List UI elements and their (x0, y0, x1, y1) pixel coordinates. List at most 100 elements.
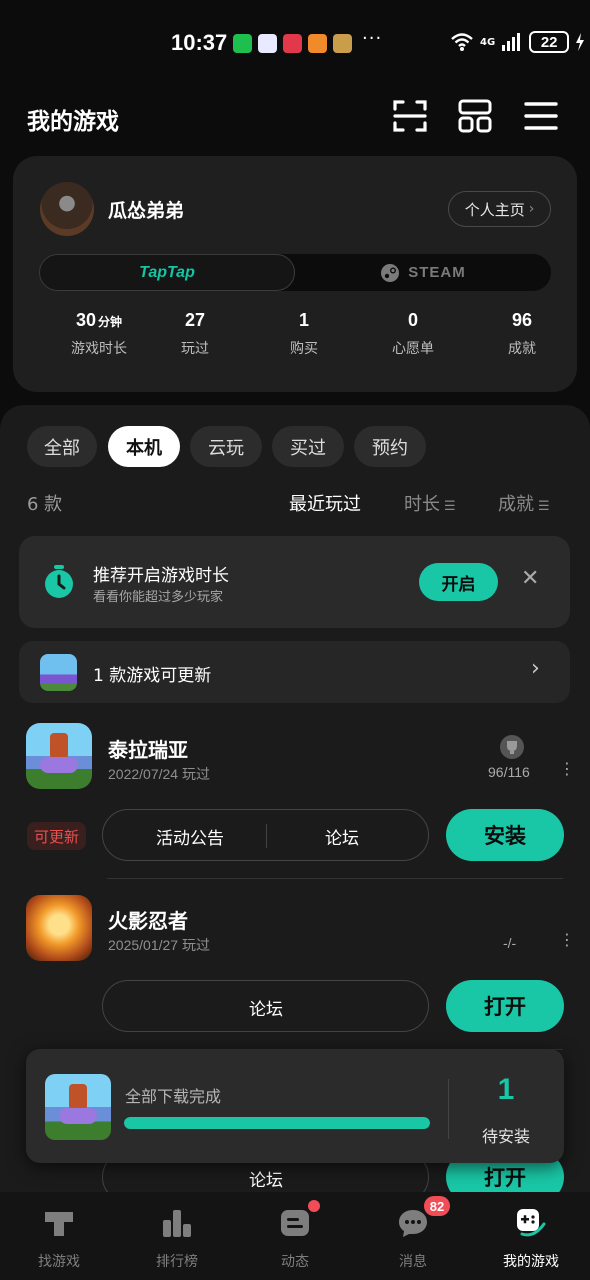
game-app-icon (308, 34, 327, 53)
system-status: 4G 22 (450, 31, 585, 53)
profile-card: 瓜怂弟弟 个人主页 › TapTap STEAM 30 分钟 游戏时长 27 玩过… (13, 156, 577, 392)
nav-my-games[interactable]: 我的游戏 (472, 1192, 590, 1280)
filter-local[interactable]: 本机 (108, 426, 180, 467)
terraria-app-icon (333, 34, 352, 53)
nav-label: 消息 (399, 1254, 427, 1270)
page-title: 我的游戏 (27, 109, 119, 135)
stat-value: 0 (407, 310, 418, 330)
download-progress (124, 1117, 430, 1129)
sort-achievement-label: 成就 (498, 494, 534, 515)
download-complete-toast[interactable]: 全部下载完成 1 待安装 (26, 1049, 564, 1163)
signal-icon (502, 33, 521, 51)
stat-label: 成就 (508, 341, 536, 357)
steam-icon (381, 263, 400, 282)
slime-sprite (59, 1108, 97, 1124)
nav-leaderboard[interactable]: 排行榜 (118, 1192, 236, 1280)
feed-icon (281, 1210, 309, 1236)
platform-tabs: TapTap STEAM (39, 254, 551, 291)
updates-available-text: 1 款游戏可更新 (93, 666, 212, 686)
more-options-icon[interactable]: ⋮ (559, 761, 575, 777)
charging-icon (576, 33, 585, 51)
sort-achievement[interactable]: 成就 ☰ (498, 490, 550, 516)
leaderboard-icon (163, 1210, 191, 1237)
stat-value: 1 (298, 310, 309, 330)
profile-home-label: 个人主页 (464, 200, 525, 219)
filter-bought[interactable]: 买过 (272, 426, 344, 467)
network-type: 4G (480, 36, 496, 48)
battery-indicator: 22 (529, 31, 570, 53)
game-title-naruto[interactable]: 火影忍者 (108, 905, 188, 934)
filter-reserved[interactable]: 预约 (354, 426, 426, 467)
profile-home-button[interactable]: 个人主页 › (448, 191, 551, 227)
stat-label: 游戏时长 (71, 341, 127, 357)
stats-row: 30 分钟 游戏时长 27 玩过 1 购买 0 心愿单 96 成就 (13, 310, 577, 370)
close-icon[interactable]: ✕ (521, 566, 539, 591)
username[interactable]: 瓜怂弟弟 (108, 196, 184, 223)
stat-value: 30 分钟 (75, 310, 123, 330)
scan-icon[interactable] (390, 96, 430, 136)
game-links: 活动公告 论坛 (102, 809, 429, 861)
wifi-icon (451, 33, 473, 51)
unread-badge: 82 (424, 1196, 450, 1216)
recommend-subtitle: 看看你能超过多少玩家 (93, 590, 224, 605)
stat-playtime[interactable]: 30 分钟 游戏时长 (44, 310, 154, 358)
forum-link[interactable]: 论坛 (249, 995, 283, 1020)
stat-value: 96 (511, 310, 533, 330)
pending-install-label: 待安装 (481, 1127, 530, 1146)
updates-available-row[interactable]: 1 款游戏可更新 › (19, 641, 570, 703)
sort-recent[interactable]: 最近玩过 (289, 490, 361, 516)
stat-purchased[interactable]: 1 购买 (249, 310, 359, 358)
stat-played[interactable]: 27 玩过 (140, 310, 250, 358)
character-sprite (50, 733, 68, 759)
naruto-icon[interactable] (26, 895, 92, 961)
nav-label: 动态 (281, 1254, 309, 1270)
filter-all[interactable]: 全部 (27, 426, 97, 467)
pending-install-count: 1 (497, 1073, 515, 1106)
sort-duration-label: 时长 (404, 494, 440, 515)
nav-label: 找游戏 (38, 1254, 80, 1270)
open-button[interactable]: 打开 (446, 980, 564, 1032)
link-divider (266, 824, 267, 848)
achievement-progress: -/- (503, 935, 517, 951)
forum-link[interactable]: 论坛 (325, 824, 359, 849)
stat-achievements[interactable]: 96 成就 (467, 310, 577, 358)
bottom-nav: 找游戏 排行榜 动态 82 消息 我的游戏 (0, 1192, 590, 1280)
sort-order-icon: ☰ (444, 499, 456, 514)
terraria-thumb (40, 654, 77, 691)
stat-wishlist[interactable]: 0 心愿单 (358, 310, 468, 358)
filter-cloud[interactable]: 云玩 (190, 426, 262, 467)
grid-icon[interactable] (455, 96, 495, 136)
status-time: 10:37 (171, 30, 228, 55)
tab-steam[interactable]: STEAM (295, 254, 551, 291)
chevron-right-icon: › (528, 201, 535, 217)
terraria-icon[interactable] (26, 723, 92, 789)
battery-app-icon (233, 34, 252, 53)
stopwatch-icon (45, 565, 73, 598)
sort-duration[interactable]: 时长 ☰ (404, 490, 456, 516)
nav-discover[interactable]: 找游戏 (0, 1192, 118, 1280)
announcement-link[interactable]: 活动公告 (156, 824, 224, 849)
my-games-icon (517, 1209, 546, 1237)
tab-taptap[interactable]: TapTap (39, 254, 295, 291)
achievement-progress: 96/116 (488, 764, 530, 780)
stat-label: 购买 (290, 341, 318, 357)
enable-playtime-button[interactable]: 开启 (419, 563, 498, 601)
menu-icon[interactable] (521, 96, 561, 136)
book-app-icon (283, 34, 302, 53)
nav-feed[interactable]: 动态 (236, 1192, 354, 1280)
avatar[interactable] (40, 182, 94, 236)
music-app-icon (258, 34, 277, 53)
forum-link[interactable]: 论坛 (249, 1166, 283, 1191)
slime-sprite (40, 757, 78, 773)
game-title-terraria[interactable]: 泰拉瑞亚 (108, 734, 188, 763)
nav-label: 排行榜 (156, 1254, 198, 1270)
sort-order-icon: ☰ (538, 499, 550, 514)
nav-messages[interactable]: 82 消息 (354, 1192, 472, 1280)
trophy-icon (500, 735, 524, 759)
more-notifications-icon: ··· (362, 28, 383, 49)
download-status: 全部下载完成 (125, 1087, 222, 1106)
stat-label: 心愿单 (392, 341, 434, 357)
install-button[interactable]: 安装 (446, 809, 564, 861)
game-count: 6 款 (27, 494, 63, 515)
more-options-icon[interactable]: ⋮ (559, 932, 575, 948)
